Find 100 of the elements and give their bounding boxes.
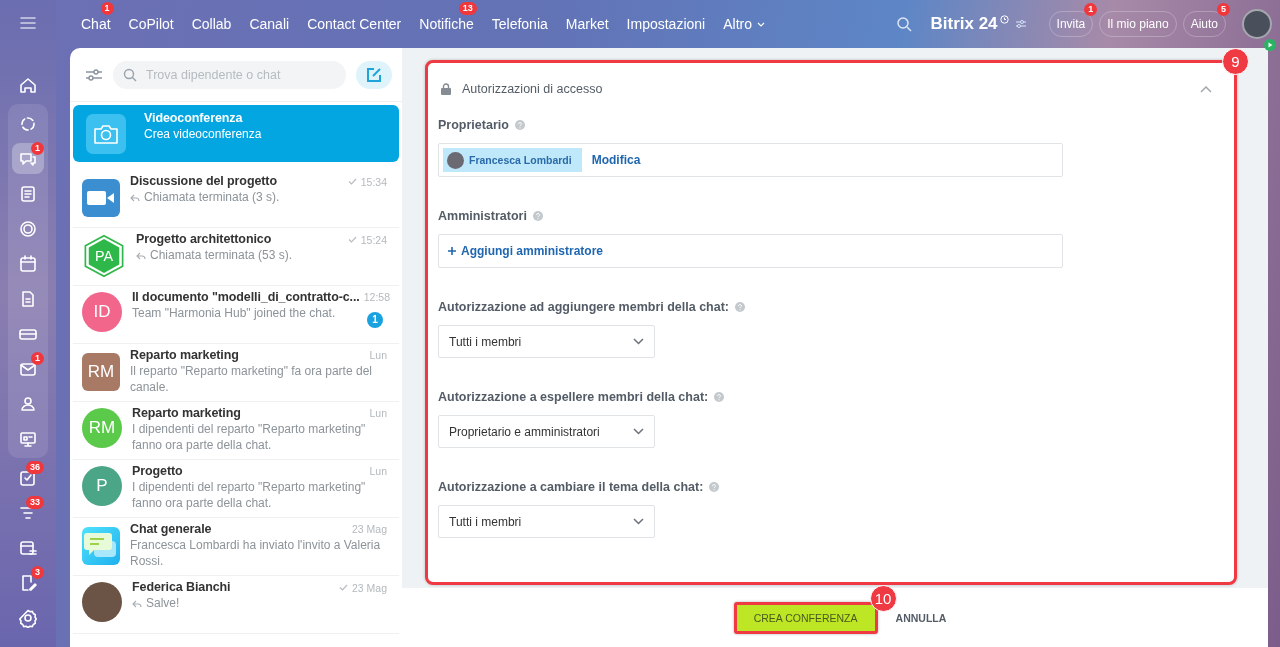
- chat-title: Progetto: [132, 464, 183, 478]
- message-preview: Francesca Lombardi ha inviato l'invito a Valeria Rossi.: [130, 538, 382, 569]
- chevron-down-icon: [633, 428, 644, 435]
- field-label: Autorizzazione a espellere membri della chat:: [438, 390, 709, 404]
- dropdown[interactable]: Tutti i membri: [438, 505, 655, 538]
- message-preview: Chiamata terminata (53 s).: [150, 248, 293, 264]
- chat-item[interactable]: P Progetto Lun I dipendenti del reparto "Reparto marketing" fanno ora parte della chat.: [73, 460, 399, 518]
- sidebar-item[interactable]: 33: [12, 497, 44, 528]
- chat-item[interactable]: Videoconferenza Crea videoconferenza: [73, 105, 399, 162]
- timestamp: 23 Mag: [351, 523, 387, 535]
- nav-link[interactable]: Altro: [723, 16, 765, 32]
- sidebar-item[interactable]: 1: [12, 353, 44, 384]
- settings-icon[interactable]: [18, 608, 38, 628]
- help-icon[interactable]: [709, 482, 720, 492]
- timestamp: Lun: [369, 407, 387, 419]
- help-icon[interactable]: [514, 120, 525, 130]
- admins-field[interactable]: Aggiungi amministratore: [438, 234, 1063, 268]
- sidebar-item[interactable]: 3: [12, 567, 44, 598]
- avatar: RM: [82, 408, 122, 448]
- message-preview: Chiamata terminata (3 s).: [144, 190, 280, 206]
- nav-link[interactable]: Telefonia: [491, 16, 548, 32]
- user-chip[interactable]: Francesca Lombardi: [443, 148, 582, 172]
- chat-item[interactable]: Chat generale 23 Mag Francesca Lombardi ha inviato l'invito a Valeria Rossi.: [73, 518, 399, 576]
- edit-link[interactable]: Modifica: [591, 153, 641, 167]
- notification-badge: 1: [31, 352, 44, 365]
- notification-badge: 36: [26, 461, 44, 474]
- chevron-up-icon[interactable]: [1200, 85, 1212, 93]
- owner-field[interactable]: Francesca Lombardi Modifica: [438, 143, 1063, 177]
- chat-title: Videoconferenza: [144, 111, 243, 125]
- chat-item[interactable]: Discussione del progetto 15:34 Chiamata terminata (3 s).: [73, 170, 399, 228]
- search-icon[interactable]: [896, 16, 913, 32]
- help-icon[interactable]: [735, 302, 746, 312]
- nav-link[interactable]: Impostazioni: [626, 16, 706, 32]
- chat-title: Federica Bianchi: [132, 580, 231, 594]
- avatar: P: [82, 466, 122, 506]
- help-icon[interactable]: [532, 211, 543, 221]
- lock-icon: [441, 83, 451, 95]
- chat-item[interactable]: RM Reparto marketing Lun I dipendenti del reparto "Reparto marketing" fanno ora parte della chat.: [73, 402, 399, 460]
- user-avatar[interactable]: [1242, 9, 1272, 39]
- chevron-down-icon: [633, 338, 644, 345]
- search-icon: [123, 68, 137, 82]
- menu-icon[interactable]: [20, 17, 36, 29]
- user-avatar: [447, 151, 464, 169]
- avatar: ID: [82, 292, 122, 332]
- chat-item[interactable]: Federica Bianchi 23 Mag Salve!: [73, 576, 399, 634]
- notification-badge: 33: [26, 496, 44, 509]
- notification-badge: 13: [458, 2, 477, 15]
- timestamp: 12:58: [363, 291, 391, 303]
- notification-badge: 5: [1217, 3, 1230, 16]
- clock-icon: [999, 14, 1009, 24]
- nav-link[interactable]: Canali: [249, 16, 290, 32]
- nav-link[interactable]: CoPilot: [128, 16, 174, 32]
- plus-icon: [448, 247, 456, 255]
- chat-title: Chat generale: [130, 522, 212, 536]
- section-title: Autorizzazioni di accesso: [462, 82, 604, 96]
- notification-badge: 1: [1084, 3, 1098, 16]
- field-label: Proprietario: [438, 118, 509, 132]
- sidebar-item[interactable]: 1: [12, 143, 44, 174]
- chevron-down-icon: [633, 518, 644, 525]
- ring-icon: [18, 218, 38, 239]
- new-chat-button[interactable]: [356, 61, 392, 89]
- edit-icon: [365, 66, 383, 84]
- video-camera-icon: [87, 190, 115, 206]
- chat-item[interactable]: PA Progetto architettonico 15:24 Chiamata terminata (53 s).: [73, 228, 399, 286]
- help-icon[interactable]: [714, 392, 725, 402]
- chat-title: Progetto architettonico: [136, 232, 272, 246]
- chat-item[interactable]: ID Il documento "modelli_di_contratto-c... 12:58 Team "Harmonia Hub" joined the chat. 1: [73, 286, 399, 344]
- timestamp: 15:34: [360, 175, 387, 188]
- nav-link[interactable]: Collab: [191, 16, 232, 32]
- search-field[interactable]: Trova dipendente o chat: [113, 61, 346, 89]
- message-preview: Crea videoconferenza: [144, 127, 262, 143]
- notification-badge: 3: [31, 566, 44, 579]
- notification-badge: 1: [100, 2, 114, 15]
- dropdown[interactable]: Tutti i membri: [438, 325, 655, 358]
- sidebar-item[interactable]: 36: [12, 462, 44, 493]
- create-conference-button[interactable]: CREA CONFERENZA: [733, 601, 878, 634]
- chat-title: Reparto marketing: [130, 348, 239, 362]
- timestamp: Lun: [369, 349, 387, 361]
- step-marker: 9: [1222, 48, 1249, 75]
- message-preview: Salve!: [146, 596, 180, 612]
- field-label: Amministratori: [438, 209, 527, 223]
- chat-title: Il documento "modelli_di_contratto-c...: [132, 290, 360, 304]
- document-list-icon: [18, 183, 38, 204]
- calendar-icon: [18, 253, 38, 274]
- add-admin-link[interactable]: Aggiungi amministratore: [443, 244, 603, 258]
- camera-icon: [93, 123, 119, 145]
- timestamp: 23 Mag: [351, 581, 387, 594]
- message-preview: Team "Harmonia Hub" joined the chat.: [132, 306, 336, 322]
- chat-item[interactable]: RM Reparto marketing Lun Il reparto "Reparto marketing" fa ora parte del canale.: [73, 344, 399, 402]
- filter-icon[interactable]: [85, 68, 103, 82]
- brand-logo[interactable]: Bitrix 24: [930, 14, 998, 34]
- nav-link[interactable]: Market: [565, 16, 609, 32]
- dropdown[interactable]: Proprietario e amministratori: [438, 415, 655, 448]
- notification-badge: 1: [31, 142, 44, 155]
- sliders-icon[interactable]: [1014, 19, 1027, 29]
- play-badge-icon: [1264, 39, 1276, 51]
- timestamp: Lun: [369, 465, 387, 477]
- message-preview: Il reparto "Reparto marketing" fa ora parte del canale.: [130, 364, 373, 395]
- nav-link[interactable]: Contact Center: [307, 16, 402, 32]
- unread-badge: 1: [367, 312, 383, 328]
